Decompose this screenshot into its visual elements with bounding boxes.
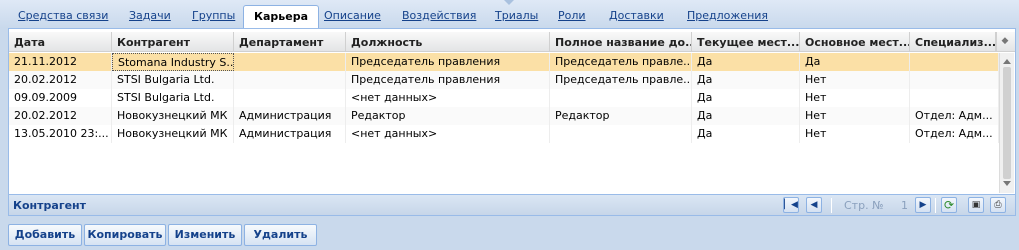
- cell-position: Председатель правления: [346, 71, 550, 89]
- cell-counterparty: STSI Bulgaria Ltd.: [112, 89, 234, 107]
- cell-position: Редактор: [346, 107, 550, 125]
- tab-groups[interactable]: Группы: [192, 9, 235, 27]
- cell-full-title: Председатель правле...: [550, 53, 692, 71]
- cell-specialization: [910, 71, 999, 89]
- column-menu-icon[interactable]: ◆: [996, 32, 1013, 52]
- cell-full-title: Редактор: [550, 107, 692, 125]
- cell-specialization: Отдел: Адм...: [910, 125, 999, 143]
- table-row[interactable]: 09.09.2009 STSI Bulgaria Ltd. <нет данны…: [9, 89, 999, 107]
- career-grid-panel: Дата Контрагент Департамент Должность По…: [8, 28, 1016, 216]
- cell-specialization: Отдел: Адм...: [910, 107, 999, 125]
- cell-current-place: Да: [692, 53, 800, 71]
- delete-button[interactable]: Удалить: [244, 224, 317, 246]
- cell-date: 13.05.2010 23:...: [9, 125, 112, 143]
- print-icon[interactable]: ⎙: [990, 197, 1006, 213]
- vertical-scrollbar[interactable]: [999, 53, 1014, 193]
- cell-full-title: Председатель правле...: [550, 71, 692, 89]
- cell-date: 09.09.2009: [9, 89, 112, 107]
- cell-main-place: Нет: [800, 89, 910, 107]
- column-header-current-place[interactable]: Текущее мест...: [692, 32, 800, 52]
- tab-tasks[interactable]: Задачи: [129, 9, 171, 27]
- cell-counterparty: Новокузнецкий МК: [112, 107, 234, 125]
- scroll-down-icon[interactable]: [1003, 181, 1011, 186]
- cell-main-place: Нет: [800, 71, 910, 89]
- cell-position: <нет данных>: [346, 89, 550, 107]
- edit-button[interactable]: Изменить: [168, 224, 242, 246]
- tab-scroll-marker: [504, 0, 514, 5]
- toolbar-separator: [935, 198, 936, 213]
- column-header-full-title[interactable]: Полное название до...: [550, 32, 692, 52]
- cell-main-place: Да: [800, 53, 910, 71]
- column-header-position[interactable]: Должность: [346, 32, 550, 52]
- add-button[interactable]: Добавить: [8, 224, 82, 246]
- next-page-icon[interactable]: ▶: [915, 197, 931, 213]
- column-header-counterparty[interactable]: Контрагент: [112, 32, 234, 52]
- column-header-specialization[interactable]: Специализ...: [910, 32, 996, 52]
- cell-current-place: Да: [692, 107, 800, 125]
- cell-current-place: Да: [692, 125, 800, 143]
- page-label: Стр. №: [844, 199, 884, 212]
- cell-specialization: [910, 89, 999, 107]
- page-number-input[interactable]: 1: [896, 199, 908, 212]
- cell-full-title: [550, 125, 692, 143]
- cell-full-title: [550, 89, 692, 107]
- scroll-thumb[interactable]: [1003, 67, 1011, 179]
- refresh-icon[interactable]: ⟳: [941, 197, 957, 213]
- tab-deliveries[interactable]: Доставки: [609, 9, 664, 27]
- cell-department: Администрация: [234, 125, 346, 143]
- prev-page-icon[interactable]: ◀: [806, 197, 822, 213]
- grid-footer-toolbar: Контрагент ▏◀ ◀ Стр. № 1 ▶ ⟳ ▣ ⎙: [9, 194, 1015, 215]
- tab-description[interactable]: Описание: [324, 9, 381, 27]
- table-row[interactable]: 21.11.2012 Stomana Industry S... Председ…: [9, 53, 999, 71]
- toolbar-separator: [831, 198, 832, 213]
- copy-button[interactable]: Копировать: [84, 224, 166, 246]
- save-icon[interactable]: ▣: [968, 197, 984, 213]
- tab-contacts[interactable]: Средства связи: [18, 9, 108, 27]
- tab-strip: Средства связи Задачи Группы Карьера Опи…: [0, 0, 1019, 28]
- cell-counterparty: Stomana Industry S...: [112, 53, 234, 71]
- tab-trials[interactable]: Триалы: [495, 9, 538, 27]
- tab-influences[interactable]: Воздействия: [402, 9, 476, 27]
- cell-date: 21.11.2012: [9, 53, 112, 71]
- cell-department: [234, 53, 346, 71]
- tab-roles[interactable]: Роли: [558, 9, 586, 27]
- first-page-icon[interactable]: ▏◀: [783, 197, 799, 213]
- tab-career[interactable]: Карьера: [243, 5, 320, 28]
- cell-date: 20.02.2012: [9, 107, 112, 125]
- grid-body: 21.11.2012 Stomana Industry S... Председ…: [9, 53, 999, 193]
- cell-position: <нет данных>: [346, 125, 550, 143]
- cell-counterparty: STSI Bulgaria Ltd.: [112, 71, 234, 89]
- table-row[interactable]: 13.05.2010 23:... Новокузнецкий МК Админ…: [9, 125, 999, 143]
- table-row[interactable]: 20.02.2012 Новокузнецкий МК Администраци…: [9, 107, 999, 125]
- cell-department: [234, 71, 346, 89]
- scroll-up-icon[interactable]: [1003, 59, 1011, 64]
- column-header-date[interactable]: Дата: [9, 32, 112, 52]
- table-row[interactable]: 20.02.2012 STSI Bulgaria Ltd. Председате…: [9, 71, 999, 89]
- column-header-main-place[interactable]: Основное мест...: [800, 32, 910, 52]
- cell-main-place: Нет: [800, 125, 910, 143]
- cell-position: Председатель правления: [346, 53, 550, 71]
- cell-department: [234, 89, 346, 107]
- grid-header: Дата Контрагент Департамент Должность По…: [9, 32, 1015, 52]
- cell-department: Администрация: [234, 107, 346, 125]
- cell-main-place: Нет: [800, 107, 910, 125]
- cell-date: 20.02.2012: [9, 71, 112, 89]
- cell-current-place: Да: [692, 71, 800, 89]
- footer-title: Контрагент: [13, 199, 87, 212]
- cell-current-place: Да: [692, 89, 800, 107]
- tab-offers[interactable]: Предложения: [687, 9, 768, 27]
- cell-specialization: [910, 53, 999, 71]
- column-header-department[interactable]: Департамент: [234, 32, 346, 52]
- cell-counterparty: Новокузнецкий МК: [112, 125, 234, 143]
